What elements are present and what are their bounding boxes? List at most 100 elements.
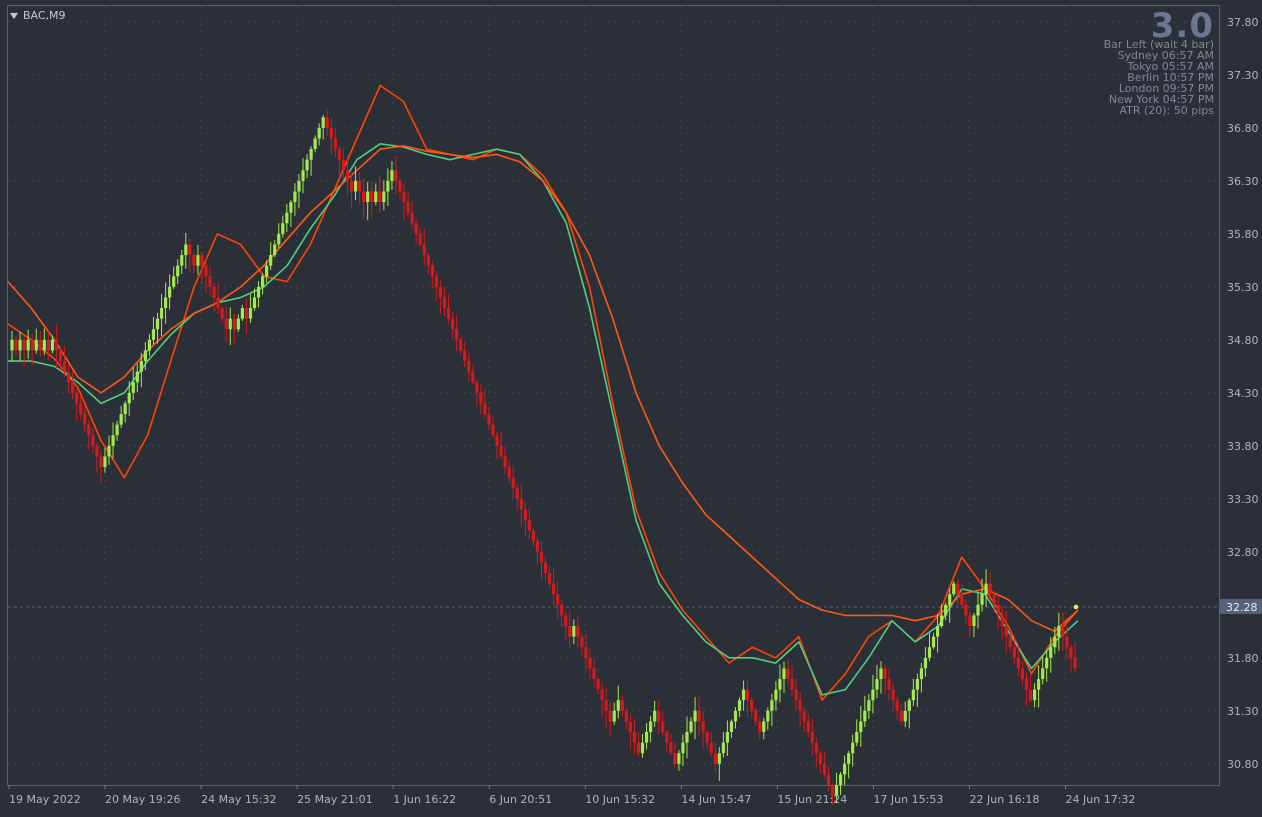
brick-down: [204, 265, 208, 277]
brick-down: [54, 339, 59, 351]
brick-up: [256, 286, 261, 298]
brick-down: [600, 689, 604, 701]
dropdown-triangle-icon[interactable]: [10, 12, 18, 19]
brick-down: [588, 657, 592, 669]
brick-up: [782, 668, 786, 680]
brick-down: [754, 710, 758, 722]
brick-up: [184, 244, 188, 256]
brick-down: [996, 604, 1000, 616]
brick-down: [895, 700, 899, 711]
brick-up: [155, 318, 160, 330]
brick-down: [414, 223, 418, 234]
time-tick-label: 10 Jun 15:32: [585, 793, 655, 806]
brick-up: [737, 700, 742, 711]
brick-up: [875, 679, 879, 690]
brick-up: [677, 753, 681, 764]
brick-up: [616, 700, 620, 711]
brick-down: [422, 244, 426, 256]
brick-down: [471, 371, 475, 383]
brick-down: [620, 700, 624, 711]
brick-up: [923, 657, 928, 669]
brick-down: [406, 202, 410, 213]
brick-down: [531, 530, 535, 542]
brick-up: [931, 636, 936, 648]
brick-up: [644, 732, 649, 743]
brick-down: [657, 710, 661, 722]
brick-down: [1024, 679, 1029, 690]
brick-down: [1004, 626, 1008, 637]
brick-up: [127, 392, 131, 404]
brick-down: [91, 435, 95, 446]
brick-up: [147, 339, 152, 351]
brick-up: [172, 276, 176, 287]
brick-down: [99, 456, 103, 468]
brick-up: [10, 339, 14, 351]
time-tick-label: 19 May 2022: [9, 793, 81, 806]
brick-down: [58, 350, 63, 362]
brick-down: [188, 244, 192, 256]
brick-up: [721, 742, 725, 754]
brick-up: [301, 170, 305, 181]
brick-down: [220, 308, 224, 319]
last-price-dot: [1073, 604, 1079, 610]
symbol-label[interactable]: BAC,M9: [10, 9, 66, 22]
brick-up: [119, 414, 123, 425]
brick-up: [778, 679, 782, 690]
brick-down: [899, 710, 903, 722]
price-axis[interactable]: 37.80 37.30 36.80 36.30 35.80 35.30 34.80 34.30…: [1220, 16, 1262, 771]
brick-up: [180, 255, 184, 266]
brick-up: [851, 742, 855, 754]
brick-down: [673, 753, 677, 764]
brick-down: [463, 350, 467, 362]
price-tick-label: 34.80: [1227, 334, 1259, 347]
brick-down: [661, 721, 665, 733]
brick-down: [790, 679, 794, 690]
chart-area[interactable]: 37.80 37.30 36.80 36.30 35.80 35.30 34.80 34.30…: [0, 0, 1262, 813]
brick-down: [38, 339, 42, 351]
brick-up: [843, 763, 847, 775]
brick-down: [556, 594, 560, 605]
info-line: ATR (20): 50 pips: [1119, 104, 1214, 117]
brick-down: [370, 191, 374, 203]
brick-down: [216, 297, 220, 309]
brick-up: [281, 223, 285, 234]
brick-down: [491, 424, 495, 436]
brick-down: [30, 339, 34, 351]
brick-up: [111, 435, 115, 446]
time-tick-label: 24 Jun 17:32: [1066, 793, 1136, 806]
price-tick-label: 35.30: [1227, 281, 1259, 294]
brick-up: [293, 191, 297, 203]
brick-down: [418, 233, 422, 245]
brick-down: [1008, 636, 1012, 648]
brick-down: [709, 742, 713, 754]
brick-up: [289, 202, 293, 213]
brick-down: [224, 318, 228, 330]
brick-up: [612, 710, 616, 722]
brick-up: [871, 689, 875, 701]
brick-up: [50, 339, 55, 351]
time-tick-label: 14 Jun 15:47: [681, 793, 751, 806]
brick-down: [459, 339, 463, 351]
price-tick-label: 30.80: [1227, 758, 1259, 771]
brick-up: [1037, 679, 1041, 690]
brick-down: [483, 403, 487, 415]
brick-down: [357, 180, 362, 192]
brick-down: [455, 329, 459, 340]
brick-up: [911, 689, 915, 701]
brick-down: [430, 265, 434, 277]
brick-down: [333, 138, 337, 150]
time-tick-label: 6 Jun 20:51: [489, 793, 552, 806]
brick-up: [240, 308, 244, 319]
brick-down: [806, 721, 810, 733]
brick-up: [774, 689, 778, 701]
brick-down: [1020, 668, 1025, 680]
brick-down: [212, 286, 216, 298]
brick-up: [972, 615, 976, 627]
brick-up: [689, 721, 693, 733]
brick-down: [232, 318, 236, 330]
brick-down: [398, 180, 402, 192]
brick-down: [568, 626, 572, 637]
brick-down: [826, 774, 831, 785]
brick-down: [192, 255, 196, 266]
brick-up: [390, 170, 394, 181]
